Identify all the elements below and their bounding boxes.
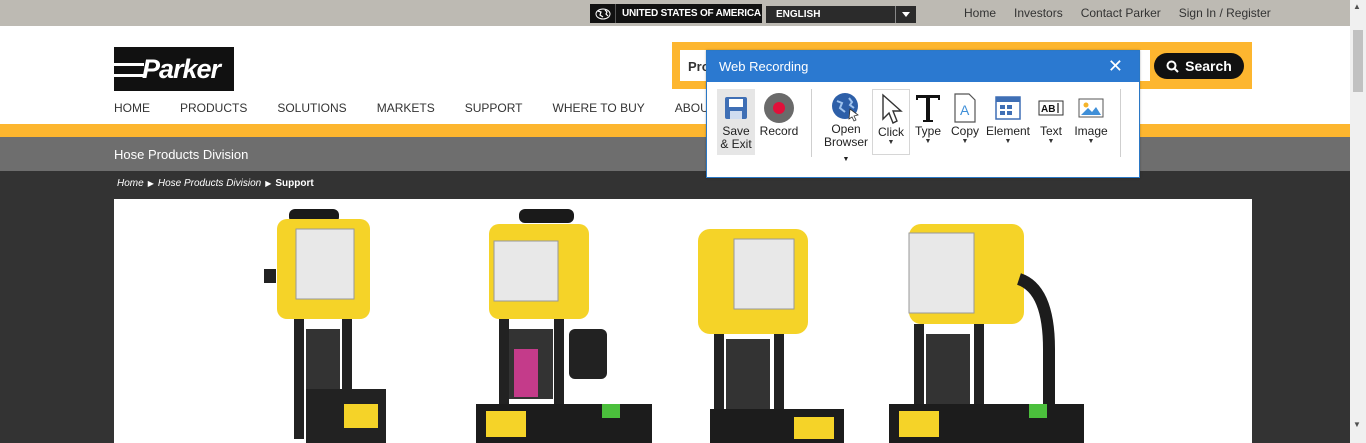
scroll-up-icon[interactable]: ▲ [1353,2,1361,11]
close-icon[interactable]: ✕ [1108,56,1123,77]
logo-wordmark: Parker [141,53,221,84]
image-button[interactable]: Image ▼ [1070,89,1112,155]
accent-bar [0,124,1350,137]
chevron-down-icon: ▼ [1047,138,1055,145]
toplink-contact[interactable]: Contact Parker [1081,6,1161,20]
scroll-down-icon[interactable]: ▼ [1353,420,1361,429]
floppy-disk-icon [723,91,749,125]
region-label: UNITED STATES OF AMERICA [622,8,761,19]
globe-cursor-icon [830,91,862,123]
type-t-icon [914,91,942,125]
nav-products[interactable]: PRODUCTS [180,101,247,115]
top-utility-bar: UNITED STATES OF AMERICA ENGLISH Home In… [0,0,1350,26]
toplink-signin[interactable]: Sign In / Register [1179,6,1271,20]
image-label: Image [1074,124,1108,138]
scrollbar-thumb[interactable] [1353,30,1363,92]
record-button[interactable]: Record [755,89,803,155]
toplink-home[interactable]: Home [964,6,996,20]
nav-home[interactable]: HOME [114,101,150,115]
dialog-titlebar[interactable]: Web Recording ✕ [707,51,1139,82]
chevron-down-icon [895,6,916,23]
hose-crimper-product-image [264,209,1084,443]
open-browser-label-2: Browser [823,135,868,149]
text-field-icon: AB [1038,91,1064,125]
search-button-label: Search [1185,58,1232,74]
globe-icon [590,4,616,23]
element-label: Element [985,124,1031,138]
element-button[interactable]: Element ▼ [984,89,1032,155]
mouse-pointer-icon [878,92,904,126]
chevron-down-icon: ▼ [961,138,969,145]
chevron-down-icon: ▼ [842,156,850,163]
region-selector[interactable]: UNITED STATES OF AMERICA [590,4,762,23]
chevron-down-icon: ▼ [1004,138,1012,145]
vertical-scrollbar[interactable]: ▲ ▼ [1350,0,1366,443]
breadcrumb-current: Support [275,178,314,189]
text-icon-label: AB [1041,104,1055,115]
toplink-investors[interactable]: Investors [1014,6,1063,20]
nav-support[interactable]: SUPPORT [465,101,523,115]
save-exit-label: Save & Exit [720,124,752,151]
search-button[interactable]: Search [1154,53,1244,79]
dialog-title: Web Recording [719,59,809,74]
record-label: Record [759,124,799,138]
chevron-down-icon: ▼ [887,139,895,146]
copy-label: Copy [950,124,979,138]
site-header: Parker Pro Search HOME PRODUCTS SOLUTION… [0,26,1350,124]
text-button[interactable]: AB Text ▼ [1032,89,1070,155]
toolbar-divider [811,89,812,157]
nav-solutions[interactable]: SOLUTIONS [277,101,346,115]
text-label: Text [1039,124,1062,138]
copy-document-icon: A [951,91,979,125]
language-label: ENGLISH [776,9,821,20]
copy-button[interactable]: A Copy ▼ [946,89,984,155]
record-icon [763,91,795,125]
nav-markets[interactable]: MARKETS [377,101,435,115]
click-label: Click [878,125,904,139]
save-exit-button[interactable]: Save & Exit [717,89,755,155]
search-icon [1166,60,1179,73]
breadcrumb-division[interactable]: Hose Products Division [158,178,261,189]
type-label: Type [914,124,941,138]
nav-where-to-buy[interactable]: WHERE TO BUY [553,101,645,115]
product-image-panel [114,199,1252,443]
recording-toolbar: Save & Exit Record Open Browser ▼ Click … [717,89,1129,163]
chevron-right-icon: ▶ [265,179,272,188]
svg-text:A: A [960,102,970,118]
chevron-down-icon: ▼ [1087,138,1095,145]
parker-logo[interactable]: Parker [114,47,234,91]
division-title: Hose Products Division [114,147,249,162]
breadcrumb: Home ▶ Hose Products Division ▶ Support [117,178,314,189]
picture-icon [1078,91,1104,125]
toolbar-divider [1120,89,1121,157]
web-recording-dialog: Web Recording ✕ Save & Exit Record Open … [706,50,1140,178]
chevron-right-icon: ▶ [147,179,154,188]
type-button[interactable]: Type ▼ [910,89,946,155]
click-button[interactable]: Click ▼ [872,89,910,155]
main-nav: HOME PRODUCTS SOLUTIONS MARKETS SUPPORT … [114,101,766,115]
open-browser-button[interactable]: Open Browser ▼ [820,89,872,163]
element-window-icon [995,91,1021,125]
breadcrumb-home[interactable]: Home [117,178,144,189]
division-band: Hose Products Division [0,137,1350,171]
chevron-down-icon: ▼ [924,138,932,145]
language-select[interactable]: ENGLISH [766,6,916,23]
